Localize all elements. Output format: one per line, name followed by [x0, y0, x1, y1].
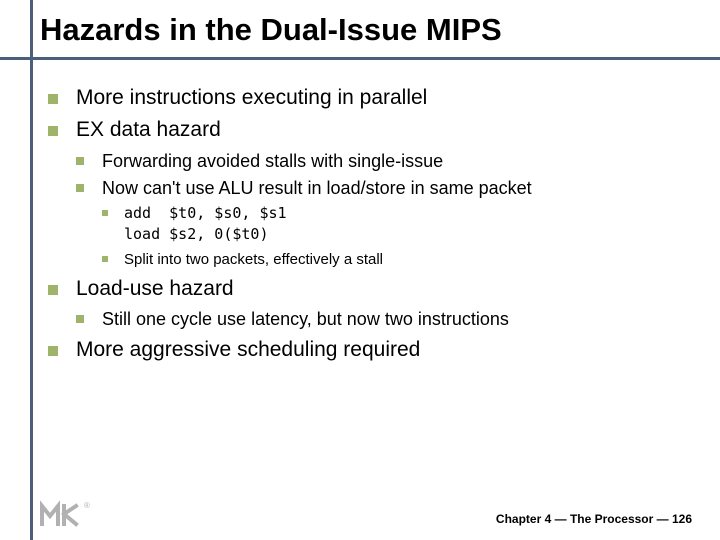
- slide-footer: Chapter 4 — The Processor — 126: [496, 512, 692, 526]
- bullet-list: More instructions executing in parallel …: [48, 84, 692, 364]
- slide-title: Hazards in the Dual-Issue MIPS: [40, 12, 720, 54]
- code-block: add $t0, $s0, $s1 load $s2, 0($t0): [124, 204, 287, 242]
- bullet-icon: [76, 184, 84, 192]
- list-item: Forwarding avoided stalls with single-is…: [76, 149, 692, 173]
- mk-logo-icon: ®: [40, 500, 96, 528]
- bullet-text: Still one cycle use latency, but now two…: [102, 309, 509, 329]
- bullet-text: Load-use hazard: [76, 277, 234, 300]
- list-item: More instructions executing in parallel: [48, 84, 692, 112]
- bullet-icon: [48, 126, 58, 136]
- list-item: EX data hazard Forwarding avoided stalls…: [48, 116, 692, 270]
- bullet-icon: [76, 315, 84, 323]
- content-area: More instructions executing in parallel …: [0, 54, 720, 364]
- bullet-sublist: add $t0, $s0, $s1 load $s2, 0($t0) Split…: [102, 200, 692, 270]
- bullet-icon: [102, 210, 108, 216]
- list-item: Now can't use ALU result in load/store i…: [76, 176, 692, 270]
- title-wrap: Hazards in the Dual-Issue MIPS: [0, 12, 720, 54]
- bullet-text: More aggressive scheduling required: [76, 338, 420, 361]
- bullet-icon: [48, 285, 58, 295]
- bullet-text: Forwarding avoided stalls with single-is…: [102, 151, 443, 171]
- bullet-text: Now can't use ALU result in load/store i…: [102, 178, 532, 198]
- list-item: Load-use hazard Still one cycle use late…: [48, 275, 692, 332]
- publisher-logo: ®: [40, 500, 96, 528]
- bullet-icon: [102, 256, 108, 262]
- bullet-text: Split into two packets, effectively a st…: [124, 251, 383, 268]
- list-item: add $t0, $s0, $s1 load $s2, 0($t0): [102, 204, 692, 245]
- horizontal-rule: [0, 57, 720, 60]
- bullet-icon: [48, 94, 58, 104]
- vertical-rule: [30, 0, 33, 540]
- svg-text:®: ®: [84, 501, 90, 510]
- list-item: Split into two packets, effectively a st…: [102, 250, 692, 270]
- bullet-sublist: Still one cycle use latency, but now two…: [76, 303, 692, 331]
- bullet-sublist: Forwarding avoided stalls with single-is…: [76, 145, 692, 270]
- slide: Hazards in the Dual-Issue MIPS More inst…: [0, 0, 720, 540]
- bullet-icon: [48, 346, 58, 356]
- bullet-text: EX data hazard: [76, 118, 221, 141]
- list-item: More aggressive scheduling required: [48, 336, 692, 364]
- bullet-text: More instructions executing in parallel: [76, 86, 427, 109]
- bullet-icon: [76, 157, 84, 165]
- list-item: Still one cycle use latency, but now two…: [76, 307, 692, 331]
